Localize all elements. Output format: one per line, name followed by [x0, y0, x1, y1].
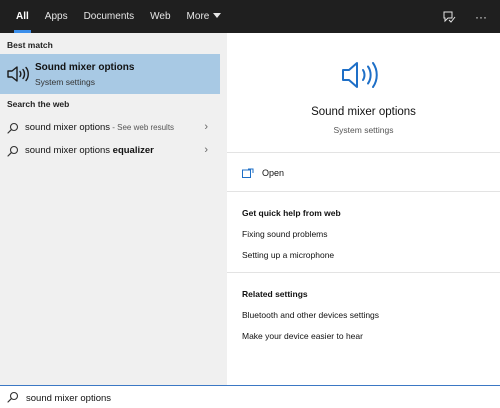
results-panel: Best match Sound mixer options System se…: [0, 33, 220, 385]
speaker-icon: [7, 66, 29, 82]
scope-tabs: All Apps Documents Web More: [8, 0, 229, 33]
preview-title: Sound mixer options: [311, 106, 416, 118]
web-result-query-bold: equalizer: [112, 145, 154, 156]
related-setting-link[interactable]: Make your device easier to hear: [242, 331, 363, 341]
tab-apps[interactable]: Apps: [37, 0, 76, 33]
search-web-heading: Search the web: [7, 99, 70, 109]
open-action[interactable]: Open: [242, 166, 284, 180]
tab-more-label: More: [186, 11, 210, 22]
search-box: [0, 385, 500, 408]
web-result-item[interactable]: sound mixer options - See web results ›: [0, 117, 220, 139]
preview-panel: Sound mixer options System settings Open…: [227, 33, 500, 385]
search-icon: [7, 391, 19, 403]
feedback-icon-svg: [443, 11, 456, 23]
web-result-item[interactable]: sound mixer options equalizer ›: [0, 140, 220, 162]
web-result-text: sound mixer options - See web results: [25, 122, 174, 133]
chevron-down-icon: [213, 12, 222, 18]
divider: [227, 191, 500, 192]
feedback-icon[interactable]: [440, 8, 458, 26]
best-match-title: Sound mixer options: [35, 62, 135, 73]
search-icon: [7, 122, 19, 134]
quick-help-heading: Get quick help from web: [242, 208, 341, 218]
quick-help-link[interactable]: Fixing sound problems: [242, 229, 328, 239]
web-result-suffix: - See web results: [110, 123, 175, 132]
web-result-text: sound mixer options equalizer: [25, 145, 154, 156]
tab-documents[interactable]: Documents: [76, 0, 143, 33]
divider: [227, 152, 500, 153]
top-bar-actions: ···: [440, 0, 490, 33]
search-icon: [7, 145, 19, 157]
tab-more[interactable]: More: [179, 0, 230, 33]
related-setting-link[interactable]: Bluetooth and other devices settings: [242, 310, 379, 320]
chevron-right-icon[interactable]: ›: [204, 144, 208, 156]
best-match-subtitle: System settings: [35, 77, 95, 87]
open-label: Open: [262, 168, 285, 178]
web-result-query: sound mixer options: [25, 122, 111, 133]
open-icon: [242, 168, 254, 178]
best-match-heading: Best match: [7, 40, 53, 50]
web-result-query: sound mixer options: [25, 145, 113, 156]
tab-all[interactable]: All: [8, 0, 37, 33]
search-top-bar: All Apps Documents Web More ···: [0, 0, 500, 33]
speaker-icon: [342, 62, 378, 88]
chevron-right-icon[interactable]: ›: [204, 121, 208, 133]
search-input[interactable]: [24, 388, 488, 408]
tab-web[interactable]: Web: [142, 0, 178, 33]
related-settings-heading: Related settings: [242, 289, 308, 299]
more-options-icon[interactable]: ···: [472, 8, 490, 26]
quick-help-link[interactable]: Setting up a microphone: [242, 250, 334, 260]
best-match-item[interactable]: Sound mixer options System settings: [0, 54, 220, 94]
preview-subtitle: System settings: [333, 125, 394, 135]
divider: [227, 272, 500, 273]
